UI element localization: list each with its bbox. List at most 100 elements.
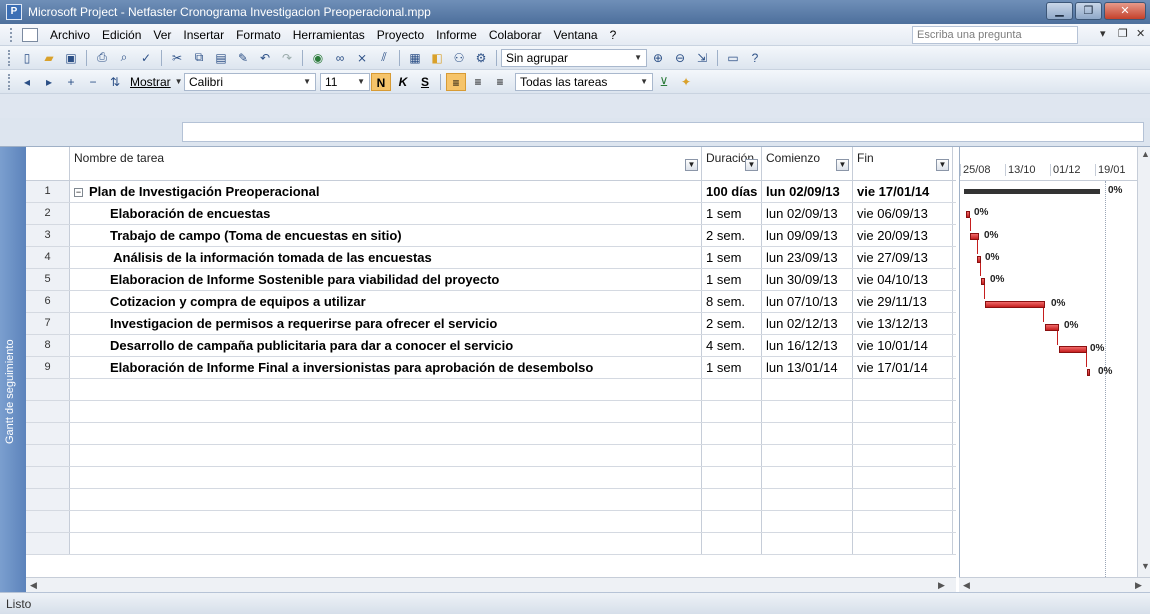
duration-cell[interactable]: 2 sem. [702,313,762,334]
header-task-name[interactable]: Nombre de tarea ▼ [70,147,702,180]
unlink-tasks-icon[interactable]: ⨯ [352,49,372,67]
duration-cell[interactable]: 1 sem [702,357,762,378]
start-cell[interactable]: lun 02/09/13 [762,181,853,202]
task-bar[interactable] [1087,369,1090,376]
duration-cell[interactable]: 8 sem. [702,291,762,312]
italic-button[interactable]: K [393,73,413,91]
empty-row[interactable] [26,511,956,533]
undo-icon[interactable]: ↶ [255,49,275,67]
zoom-in-icon[interactable]: ⊕ [648,49,668,67]
indent-icon[interactable]: ▸ [39,73,59,91]
cut-icon[interactable]: ✂ [167,49,187,67]
outdent-icon[interactable]: ◂ [17,73,37,91]
publish-icon[interactable]: ⚙ [471,49,491,67]
duration-cell[interactable]: 1 sem [702,269,762,290]
menu-herramientas[interactable]: Herramientas [287,28,371,42]
scroll-right-icon[interactable]: ▶ [938,580,945,591]
filter-dropdown-icon[interactable]: ▼ [745,159,758,171]
task-name-cell[interactable]: Investigacion de permisos a requerirse p… [70,313,702,334]
show-menu-button[interactable]: Mostrar ▼ [126,73,184,91]
select-all-cell[interactable] [26,147,70,180]
menu-proyecto[interactable]: Proyecto [371,28,430,42]
end-cell[interactable]: vie 04/10/13 [853,269,953,290]
task-name-cell[interactable]: Análisis de la información tomada de las… [70,247,702,268]
empty-row[interactable] [26,467,956,489]
task-name-cell[interactable]: − Plan de Investigación Preoperacional [70,181,702,202]
show-outline-icon[interactable]: ⇅ [105,73,125,91]
redo-icon[interactable]: ↷ [277,49,297,67]
menu-edicion[interactable]: Edición [96,28,147,42]
copy-picture-icon[interactable]: ▭ [723,49,743,67]
filter-combo[interactable]: Todas las tareas ▼ [515,72,653,91]
print-preview-icon[interactable]: ⌕ [114,49,134,67]
link-tasks-icon[interactable]: ∞ [330,49,350,67]
table-row[interactable]: 9 Elaboración de Informe Final a inversi… [26,357,956,379]
menu-colaborar[interactable]: Colaborar [483,28,548,42]
notes-icon[interactable]: ◧ [427,49,447,67]
doc-restore-icon[interactable]: ❐ [1118,27,1128,40]
bold-button[interactable]: N [371,72,391,91]
split-task-icon[interactable]: ⫽ [374,49,394,67]
menu-formato[interactable]: Formato [230,28,287,42]
start-cell[interactable]: lun 09/09/13 [762,225,853,246]
table-row[interactable]: 8 Desarrollo de campaña publicitaria par… [26,335,956,357]
vertical-scrollbar[interactable]: ▲ ▼ [1137,147,1150,577]
underline-button[interactable]: S [415,73,435,91]
task-bar[interactable] [970,233,979,240]
save-icon[interactable]: ▣ [61,49,81,67]
start-cell[interactable]: lun 07/10/13 [762,291,853,312]
duration-cell[interactable]: 1 sem [702,247,762,268]
empty-row[interactable] [26,379,956,401]
scroll-to-task-icon[interactable]: ⇲ [692,49,712,67]
filter-dropdown-icon[interactable]: ▼ [685,159,698,171]
ask-question-input[interactable]: Escriba una pregunta [912,26,1078,44]
header-start[interactable]: Comienzo ▼ [762,147,853,180]
start-cell[interactable]: lun 02/09/13 [762,203,853,224]
menu-archivo[interactable]: Archivo [44,28,96,42]
task-name-cell[interactable]: Trabajo de campo (Toma de encuestas en s… [70,225,702,246]
paste-icon[interactable]: ▤ [211,49,231,67]
hide-subtasks-icon[interactable]: − [83,73,103,91]
duration-cell[interactable]: 100 días [702,181,762,202]
font-combo[interactable]: Calibri ▼ [184,72,316,91]
task-name-cell[interactable]: Elaboración de encuestas [70,203,702,224]
scroll-down-icon[interactable]: ▼ [1141,561,1150,571]
open-icon[interactable]: ▰ [39,49,59,67]
end-cell[interactable]: vie 27/09/13 [853,247,953,268]
table-row[interactable]: 2 Elaboración de encuestas 1 sem lun 02/… [26,203,956,225]
task-name-cell[interactable]: Elaboracion de Informe Sostenible para v… [70,269,702,290]
font-size-combo[interactable]: 11 ▼ [320,72,370,91]
close-button[interactable]: ✕ [1104,2,1146,20]
doc-close-icon[interactable]: ✕ [1136,27,1145,40]
start-cell[interactable]: lun 30/09/13 [762,269,853,290]
document-icon[interactable] [22,27,38,42]
gantt-wizard-icon[interactable]: ✦ [676,73,696,91]
duration-cell[interactable]: 4 sem. [702,335,762,356]
header-end[interactable]: Fin ▼ [853,147,953,180]
task-bar[interactable] [966,211,970,218]
duration-cell[interactable]: 1 sem [702,203,762,224]
end-cell[interactable]: vie 06/09/13 [853,203,953,224]
duration-cell[interactable]: 2 sem. [702,225,762,246]
autofilter-icon[interactable]: ⊻ [654,73,674,91]
task-name-cell[interactable]: Cotizacion y compra de equipos a utiliza… [70,291,702,312]
menu-informe[interactable]: Informe [430,28,483,42]
copy-icon[interactable]: ⧉ [189,49,209,67]
end-cell[interactable]: vie 17/01/14 [853,181,953,202]
minimize-button[interactable]: ▁ [1046,2,1073,20]
scroll-left-icon[interactable]: ◀ [30,580,37,591]
task-bar[interactable] [981,278,985,285]
task-bar[interactable] [985,301,1045,308]
group-by-combo[interactable]: Sin agrupar ▼ [501,48,647,67]
zoom-out-icon[interactable]: ⊖ [670,49,690,67]
end-cell[interactable]: vie 10/01/14 [853,335,953,356]
empty-row[interactable] [26,489,956,511]
entry-field[interactable] [182,122,1144,142]
filter-dropdown-icon[interactable]: ▼ [936,159,949,171]
table-row[interactable]: 7 Investigacion de permisos a requerirse… [26,313,956,335]
menu-ver[interactable]: Ver [147,28,177,42]
print-icon[interactable]: ⎙ [92,49,112,67]
new-icon[interactable]: ▯ [17,49,37,67]
menu-ayuda[interactable]: ? [604,28,623,42]
empty-row[interactable] [26,401,956,423]
